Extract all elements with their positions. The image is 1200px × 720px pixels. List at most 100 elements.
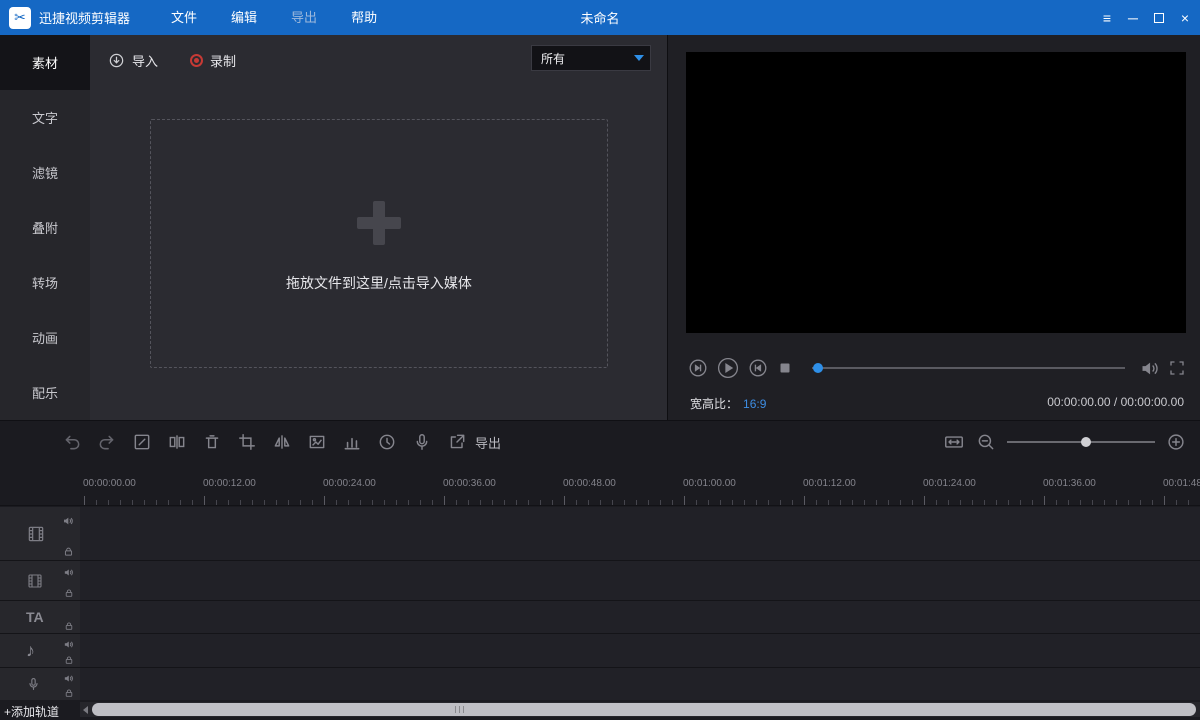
lock-icon[interactable] xyxy=(63,546,74,557)
redo-icon[interactable] xyxy=(96,431,118,453)
split-icon[interactable] xyxy=(166,431,188,453)
track-header-text: TA xyxy=(0,601,80,633)
aspect-ratio-value[interactable]: 16:9 xyxy=(743,397,766,411)
export-icon[interactable] xyxy=(446,431,468,453)
sidebar-item-material[interactable]: 素材 xyxy=(0,35,90,90)
scrollbar-thumb[interactable] xyxy=(92,703,1196,716)
fullscreen-icon[interactable] xyxy=(1168,359,1186,377)
zoom-out-icon[interactable] xyxy=(976,432,996,452)
undo-icon[interactable] xyxy=(61,431,83,453)
export-label[interactable]: 导出 xyxy=(475,433,501,452)
chart-icon[interactable] xyxy=(341,431,363,453)
record-button[interactable]: 录制 xyxy=(190,47,236,73)
ruler-tick: 00:01:48.00 xyxy=(1163,478,1200,489)
seek-handle[interactable] xyxy=(813,363,823,373)
ruler-tick: 00:00:00.00 xyxy=(83,478,136,489)
edit-icon[interactable] xyxy=(131,431,153,453)
track-lane-video-2[interactable] xyxy=(80,561,1200,600)
record-label: 录制 xyxy=(210,51,236,70)
horizontal-scrollbar[interactable] xyxy=(80,702,1200,717)
clock-icon[interactable] xyxy=(376,431,398,453)
track-row-text: TA xyxy=(0,601,1200,633)
speaker-icon[interactable] xyxy=(63,639,74,650)
track-lane-video-1[interactable] xyxy=(80,507,1200,560)
media-filter-dropdown[interactable]: 所有 xyxy=(531,45,651,71)
sidebar-item-filter[interactable]: 滤镜 xyxy=(0,145,90,200)
ruler-tick: 00:00:24.00 xyxy=(323,478,376,489)
track-row-video-1 xyxy=(0,507,1200,560)
speaker-icon[interactable] xyxy=(63,567,74,578)
close-icon[interactable]: × xyxy=(1172,0,1198,35)
speaker-icon[interactable] xyxy=(62,515,74,527)
chevron-down-icon xyxy=(628,55,650,61)
track-header-video-2 xyxy=(0,561,80,600)
stop-button[interactable] xyxy=(776,359,794,377)
menu-edit[interactable]: 编辑 xyxy=(214,0,274,35)
ruler-tick: 00:00:12.00 xyxy=(203,478,256,489)
timeline-ruler: 00:00:00.00 00:00:12.00 00:00:24.00 00:0… xyxy=(0,463,1200,506)
ruler-tick: 00:01:12.00 xyxy=(803,478,856,489)
media-dropzone[interactable]: 拖放文件到这里/点击导入媒体 xyxy=(150,119,608,368)
delete-icon[interactable] xyxy=(201,431,223,453)
import-icon xyxy=(108,52,125,69)
menu-file[interactable]: 文件 xyxy=(154,0,214,35)
video-editor-window: ✂ 迅捷视频剪辑器 文件 编辑 导出 帮助 未命名 ≡ ─ × 素材 文字 滤镜… xyxy=(0,0,1200,720)
timeline: 导出 xyxy=(0,420,1200,720)
track-header-video-1 xyxy=(0,507,80,560)
record-icon xyxy=(190,54,203,67)
sidebar-item-music[interactable]: 配乐 xyxy=(0,365,90,420)
sidebar-item-overlay[interactable]: 叠附 xyxy=(0,200,90,255)
playback-controls xyxy=(688,355,1186,381)
next-frame-button[interactable] xyxy=(748,358,768,378)
film-icon xyxy=(26,524,46,544)
volume-icon[interactable] xyxy=(1139,358,1160,379)
sidebar-item-animation[interactable]: 动画 xyxy=(0,310,90,365)
timeline-bottom-bar: +添加轨道 xyxy=(0,700,1200,720)
media-panel: 导入 录制 所有 拖放文件到这里/点击导入媒体 xyxy=(90,35,668,420)
menu-help[interactable]: 帮助 xyxy=(334,0,394,35)
window-menu-icon[interactable]: ≡ xyxy=(1094,0,1120,35)
video-preview xyxy=(686,52,1186,333)
minimize-icon[interactable]: ─ xyxy=(1120,0,1146,35)
crop-icon[interactable] xyxy=(236,431,258,453)
ruler-tick: 00:01:36.00 xyxy=(1043,478,1096,489)
ruler-tick: 00:00:36.00 xyxy=(443,478,496,489)
play-button[interactable] xyxy=(716,356,740,380)
zoom-slider[interactable] xyxy=(1007,441,1155,443)
sidebar-item-transition[interactable]: 转场 xyxy=(0,255,90,310)
track-lane-music[interactable] xyxy=(80,634,1200,667)
lock-icon[interactable] xyxy=(64,588,74,598)
lock-icon[interactable] xyxy=(64,688,74,698)
timeline-tracks: TA ♪ xyxy=(0,507,1200,700)
sidebar-item-text[interactable]: 文字 xyxy=(0,90,90,145)
scroll-left-icon[interactable] xyxy=(83,706,88,714)
titlebar: ✂ 迅捷视频剪辑器 文件 编辑 导出 帮助 未命名 ≡ ─ × xyxy=(0,0,1200,35)
lock-icon[interactable] xyxy=(64,655,74,665)
track-lane-text[interactable] xyxy=(80,601,1200,633)
prev-frame-button[interactable] xyxy=(688,358,708,378)
app-logo-icon: ✂ xyxy=(9,7,31,29)
zoom-slider-handle[interactable] xyxy=(1081,437,1091,447)
ruler-tick: 00:00:48.00 xyxy=(563,478,616,489)
plus-icon xyxy=(351,195,407,251)
sidebar: 素材 文字 滤镜 叠附 转场 动画 配乐 xyxy=(0,35,90,420)
import-button[interactable]: 导入 xyxy=(108,47,158,73)
app-name: 迅捷视频剪辑器 xyxy=(39,8,130,27)
menu-export[interactable]: 导出 xyxy=(274,0,334,35)
add-track-button[interactable]: +添加轨道 xyxy=(4,703,59,720)
ruler-major-ticks xyxy=(84,496,1200,505)
microphone-icon[interactable] xyxy=(411,431,433,453)
speaker-icon[interactable] xyxy=(63,673,74,684)
timeline-zoom-controls xyxy=(943,421,1186,463)
track-lane-voice[interactable] xyxy=(80,668,1200,700)
fit-width-icon[interactable] xyxy=(943,432,965,452)
zoom-in-icon[interactable] xyxy=(1166,432,1186,452)
lock-icon[interactable] xyxy=(64,621,74,631)
seek-slider[interactable] xyxy=(812,367,1125,369)
preview-info: 宽高比：16:9 00:00:00.00 / 00:00:00.00 xyxy=(690,395,1184,412)
image-icon[interactable] xyxy=(306,431,328,453)
track-header-music: ♪ xyxy=(0,634,80,667)
track-row-video-2 xyxy=(0,561,1200,600)
flip-icon[interactable] xyxy=(271,431,293,453)
maximize-icon[interactable] xyxy=(1146,0,1172,35)
